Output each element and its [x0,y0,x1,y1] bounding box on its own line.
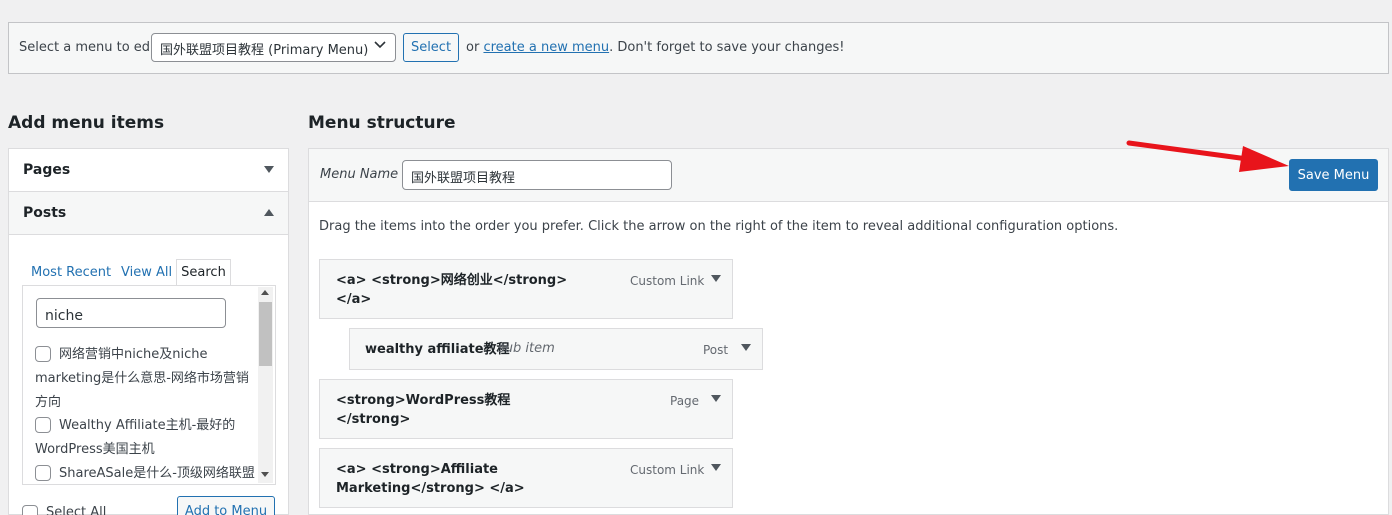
result-checkbox[interactable] [35,417,51,433]
menu-item-title: </a> [336,292,372,307]
accordion-posts-title[interactable]: Posts [23,205,66,221]
drag-instructions: Drag the items into the order you prefer… [319,219,1119,234]
menu-item-type: Custom Link [630,274,705,288]
menu-item-title: <a> <strong>网络创业</strong> [336,273,568,288]
triangle-down-icon[interactable] [711,394,721,405]
menu-structure-heading: Menu structure [308,113,456,133]
menu-item-title: </strong> [336,412,411,427]
menu-item-title: <a> <strong>Affiliate [336,462,498,477]
accordion-divider [9,234,288,235]
select-all-label: Select All [46,505,107,515]
triangle-down-icon[interactable] [264,165,274,176]
menu-item-type: Custom Link [630,463,705,477]
result-checkbox[interactable] [35,465,51,481]
result-item-label: WordPress美国主机 [35,442,155,457]
menu-select-dropdown[interactable]: 国外联盟项目教程 (Primary Menu) [151,33,396,62]
menu-item-title: wealthy affiliate教程 [365,342,510,357]
menu-item[interactable]: <strong>WordPress教程 </strong> Page [319,379,733,439]
result-item-label: ShareASale是什么-顶级网络联盟 [59,466,255,481]
tab-search[interactable]: Search [176,259,231,286]
or-label: or [466,40,480,55]
triangle-down-icon[interactable] [711,463,721,474]
chevron-down-icon [374,38,386,52]
menu-item-sub-label: sub item [498,341,555,356]
menu-item[interactable]: <a> <strong>Affiliate Marketing</strong>… [319,448,733,508]
tab-most-recent[interactable]: Most Recent [31,265,111,280]
triangle-down-icon[interactable] [711,274,721,285]
menu-name-label: Menu Name [320,167,399,182]
result-item-label: 网络营销中niche及niche [59,347,208,362]
post-search-input[interactable] [36,298,226,328]
create-new-menu-link[interactable]: create a new menu [483,40,609,55]
menu-item-title: <strong>WordPress教程 [336,393,511,408]
tab-view-all[interactable]: View All [121,265,172,280]
add-to-menu-button[interactable]: Add to Menu [177,496,275,515]
accordion-pages-title[interactable]: Pages [23,162,70,178]
annotation-arrow-icon [1126,140,1289,172]
save-reminder-text: . Don't forget to save your changes! [609,40,845,55]
menu-name-input[interactable]: 国外联盟项目教程 [402,160,672,190]
menu-item-type: Page [670,394,700,408]
result-checkbox[interactable] [35,346,51,362]
scroll-up-icon[interactable] [261,288,269,297]
triangle-down-icon[interactable] [741,343,751,354]
select-menu-label: Select a menu to edit: [19,40,164,55]
result-item-label: marketing是什么意思-网络市场营销 [35,371,249,386]
select-menu-button[interactable]: Select [403,33,459,62]
scroll-down-icon[interactable] [261,470,269,479]
select-all-checkbox[interactable] [22,505,38,515]
save-menu-button[interactable]: Save Menu [1289,159,1378,191]
triangle-up-icon[interactable] [264,208,274,219]
result-item-label: Wealthy Affiliate主机-最好的 [59,418,236,433]
menu-item[interactable]: wealthy affiliate教程 sub item Post [349,328,763,370]
create-menu-text: or create a new menu. Don't forget to sa… [466,40,844,55]
menu-item-type: Post [703,343,729,357]
result-item-label: 方向 [35,395,62,410]
menu-item-title: Marketing</strong> </a> [336,481,525,496]
scrollbar-thumb[interactable] [259,302,272,366]
menu-item[interactable]: <a> <strong>网络创业</strong> </a> Custom Li… [319,259,733,319]
add-menu-items-heading: Add menu items [8,113,165,133]
menu-select-value: 国外联盟项目教程 (Primary Menu) [160,43,369,58]
